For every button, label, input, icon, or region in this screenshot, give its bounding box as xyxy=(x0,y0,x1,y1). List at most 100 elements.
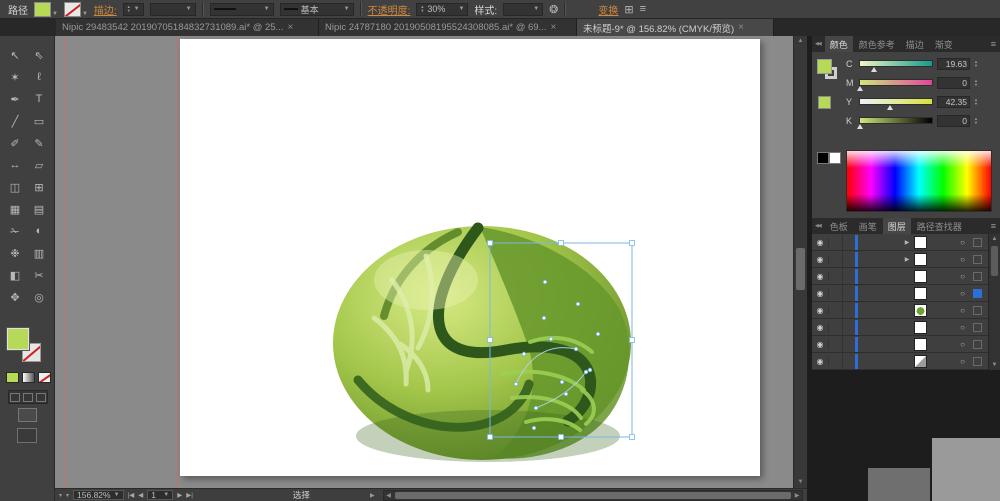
lock-cell[interactable] xyxy=(829,268,843,284)
vertical-scrollbar[interactable]: ▲ ▼ xyxy=(793,36,807,488)
tool-magic-wand-icon[interactable]: ✶ xyxy=(3,66,27,88)
selection-indicator[interactable] xyxy=(973,272,982,281)
previous-artboard-icon[interactable]: ◀ xyxy=(138,491,143,499)
selection-indicator[interactable] xyxy=(973,357,982,366)
close-icon[interactable]: × xyxy=(738,22,744,33)
scrollbar-thumb[interactable] xyxy=(796,248,805,290)
layer-row[interactable]: ◉ ▶ ○ xyxy=(812,234,988,251)
lock-cell[interactable] xyxy=(829,302,843,318)
layer-thumbnail[interactable] xyxy=(914,321,927,334)
scrollbar-thumb[interactable] xyxy=(395,492,791,499)
stepper-arrows-icon[interactable]: ▲▼ xyxy=(974,79,978,87)
chevron-down-icon[interactable]: ▼ xyxy=(264,6,270,12)
collapse-panel-icon[interactable]: ◀◀ xyxy=(812,223,824,229)
cabbage-artwork[interactable] xyxy=(330,222,640,462)
selection-indicator[interactable] xyxy=(973,238,982,247)
layer-thumbnail[interactable] xyxy=(914,287,927,300)
yellow-value[interactable]: 42.35 xyxy=(937,96,970,108)
tool-hand-icon[interactable]: ✥ xyxy=(3,286,27,308)
document-tab-active[interactable]: 未标题-9* @ 156.82% (CMYK/预览) × xyxy=(577,19,774,36)
horizontal-scrollbar[interactable]: ◀ ▶ xyxy=(383,490,803,501)
visibility-eye-icon[interactable]: ◉ xyxy=(812,357,829,366)
magenta-value[interactable]: 0 xyxy=(937,77,970,89)
canvas-pasteboard[interactable] xyxy=(55,36,793,488)
lock-cell[interactable] xyxy=(829,285,843,301)
visibility-eye-icon[interactable]: ◉ xyxy=(812,323,829,332)
last-artboard-icon[interactable]: ▶| xyxy=(186,491,193,499)
tool-selection-icon[interactable]: ↖ xyxy=(3,44,27,66)
close-icon[interactable]: × xyxy=(287,22,293,33)
black-swatch[interactable] xyxy=(817,152,829,164)
black-slider[interactable] xyxy=(859,117,933,124)
stroke-weight-stepper[interactable]: ▲▼▼ xyxy=(123,3,144,16)
brush-definition-dropdown[interactable]: ▼ xyxy=(210,3,274,16)
tab-gradient[interactable]: 渐变 xyxy=(930,36,958,53)
close-icon[interactable]: × xyxy=(550,22,556,33)
tool-column-graph-icon[interactable]: ▥ xyxy=(27,242,51,264)
panel-menu-icon[interactable]: ≡ xyxy=(987,221,1000,231)
layer-thumbnail[interactable] xyxy=(914,236,927,249)
opacity-stepper[interactable]: ▲▼30%▼ xyxy=(416,3,468,16)
mini-fill-swatch[interactable] xyxy=(817,59,832,74)
tool-direct-selection-icon[interactable]: ⇖ xyxy=(27,44,51,66)
stroke-link[interactable]: 描边: xyxy=(94,2,117,17)
tab-pathfinder[interactable]: 路径查找器 xyxy=(912,218,967,235)
layer-thumbnail[interactable] xyxy=(914,270,927,283)
profile-dropdown[interactable]: 基本▼ xyxy=(280,3,354,16)
target-circle-icon[interactable]: ○ xyxy=(960,272,965,281)
chevron-down-icon[interactable]: ▼ xyxy=(186,6,192,12)
visibility-eye-icon[interactable]: ◉ xyxy=(812,238,829,247)
target-circle-icon[interactable]: ○ xyxy=(960,238,965,247)
scroll-down-icon[interactable]: ▼ xyxy=(989,360,1000,370)
collapse-panel-icon[interactable]: ◀◀ xyxy=(812,41,824,47)
layer-row[interactable]: ◉ ○ xyxy=(812,302,988,319)
layer-row[interactable]: ◉ ○ xyxy=(812,285,988,302)
fill-color-swatch[interactable]: ▼ xyxy=(34,2,58,17)
tool-gradient-icon[interactable]: ▤ xyxy=(27,198,51,220)
tab-swatches[interactable]: 色板 xyxy=(825,218,853,235)
tool-mesh-icon[interactable]: ▦ xyxy=(3,198,27,220)
toolbar-extra-button[interactable] xyxy=(17,428,37,443)
stepper-arrows-icon[interactable]: ▲▼ xyxy=(420,5,424,13)
scroll-up-icon[interactable]: ▲ xyxy=(989,234,1000,244)
selection-indicator-active[interactable] xyxy=(973,289,982,298)
tool-perspective-grid-icon[interactable]: ⊞ xyxy=(27,176,51,198)
layer-thumbnail[interactable] xyxy=(914,355,927,368)
tool-eyedropper-icon[interactable]: ✁ xyxy=(3,220,27,242)
tab-color[interactable]: 颜色 xyxy=(825,36,853,53)
lock-cell[interactable] xyxy=(829,336,843,352)
next-artboard-icon[interactable]: ▶ xyxy=(177,491,182,499)
chevron-down-icon[interactable]: ▼ xyxy=(533,6,539,12)
layer-row[interactable]: ◉ ▶ ○ xyxy=(812,251,988,268)
target-circle-icon[interactable]: ○ xyxy=(960,289,965,298)
align-icon[interactable]: ⊞ xyxy=(624,3,633,16)
target-circle-icon[interactable]: ○ xyxy=(960,323,965,332)
visibility-eye-icon[interactable]: ◉ xyxy=(812,306,829,315)
tool-blend-icon[interactable]: ◐ xyxy=(27,220,51,242)
lock-cell[interactable] xyxy=(829,353,843,369)
tool-type-icon[interactable]: T xyxy=(27,88,51,110)
scroll-up-icon[interactable]: ▲ xyxy=(794,36,807,47)
recolor-artwork-icon[interactable]: ❂ xyxy=(549,3,558,16)
layers-scrollbar[interactable]: ▲ ▼ xyxy=(988,234,1000,370)
tool-zoom-icon[interactable]: ◎ xyxy=(27,286,51,308)
cyan-slider[interactable] xyxy=(859,60,933,67)
target-circle-icon[interactable]: ○ xyxy=(960,255,965,264)
scrollbar-thumb[interactable] xyxy=(991,246,998,276)
artboard-number-select[interactable]: 1 ▼ xyxy=(147,490,173,500)
stepper-arrows-icon[interactable]: ▲▼ xyxy=(974,98,978,106)
chevron-down-icon[interactable]: ▼ xyxy=(458,6,464,12)
none-mode-button[interactable] xyxy=(38,372,51,383)
stepper-arrows-icon[interactable]: ▲▼ xyxy=(127,5,131,13)
layer-thumbnail[interactable] xyxy=(914,253,927,266)
tool-symbol-sprayer-icon[interactable]: ❉ xyxy=(3,242,27,264)
zoom-level-select[interactable]: 156.82% ▼ xyxy=(73,490,124,500)
lock-cell[interactable] xyxy=(829,251,843,267)
cyan-value[interactable]: 19.63 xyxy=(937,58,970,70)
document-tab-1[interactable]: Nipic 29483542 20190705184832731089.ai* … xyxy=(56,19,319,36)
status-flyout-icon[interactable]: ▶ xyxy=(370,492,375,499)
color-spectrum[interactable] xyxy=(846,150,992,212)
selection-indicator[interactable] xyxy=(973,340,982,349)
fill-proxy-swatch[interactable] xyxy=(7,328,29,350)
target-circle-icon[interactable]: ○ xyxy=(960,306,965,315)
